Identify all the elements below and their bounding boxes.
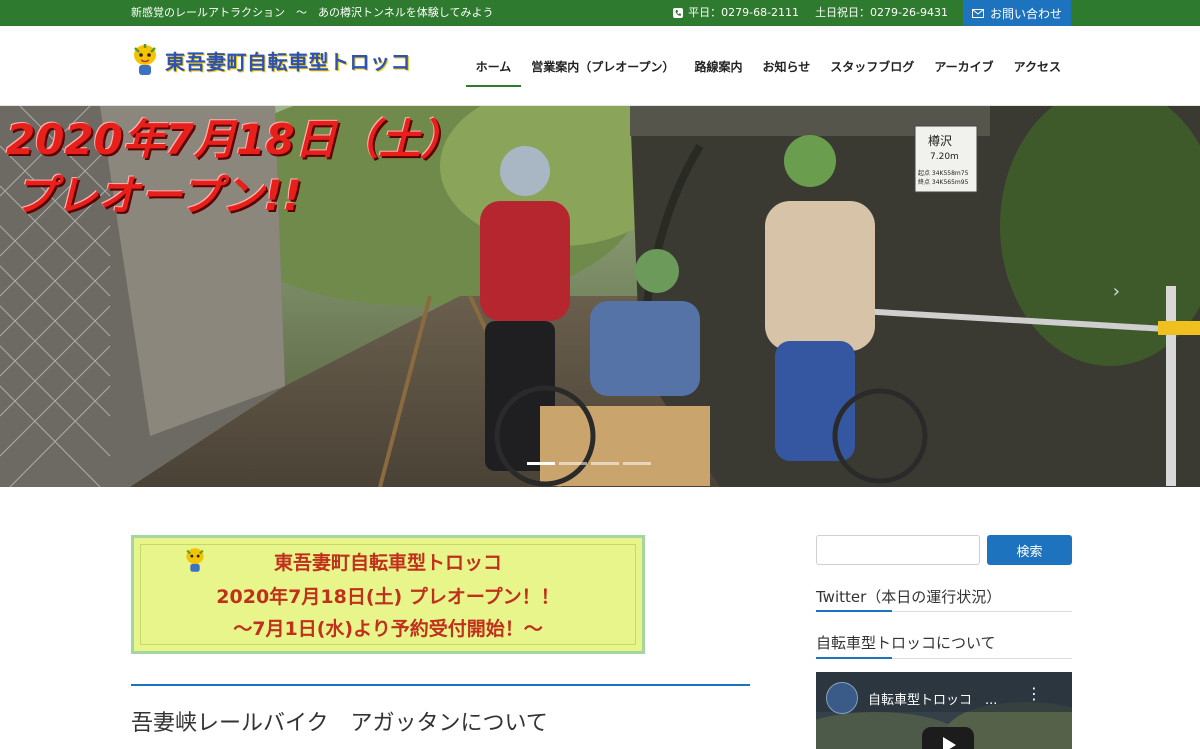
contact-button[interactable]: お問い合わせ — [963, 0, 1071, 26]
logo-text: 東吾妻町自転車型トロッコ — [165, 49, 411, 74]
nav-access-label: アクセス — [1013, 59, 1061, 74]
hero-title-line2: プレオープン!! — [14, 171, 302, 220]
nav-home-label: ホーム — [475, 59, 512, 74]
nav-staff-blog[interactable]: スタッフブログ — [820, 26, 924, 106]
youtube-embed[interactable]: 自転車型トロッコ ... ⋮ — [816, 672, 1072, 749]
nav-access[interactable]: アクセス — [1004, 26, 1071, 106]
widget-title-twitter: Twitter（本日の運行状況） — [816, 588, 1002, 606]
banner-line3: ～7月1日(水)より予約受付開始！～ — [233, 618, 543, 640]
article-title: 吾妻峡レールバイク アガッタンについて — [131, 711, 548, 736]
slider-dot[interactable] — [623, 462, 651, 465]
search-input[interactable] — [816, 535, 980, 565]
nav-home[interactable]: ホーム — [465, 26, 522, 106]
mascot-icon — [134, 44, 156, 75]
slider-dot[interactable] — [527, 462, 555, 465]
site-header: 東吾妻町自転車型トロッコ ホーム 営業案内（プレオープン） 路線案内 お知らせ … — [0, 26, 1200, 106]
nav-news[interactable]: お知らせ — [753, 26, 821, 106]
tunnel-sign-detail: 起点 34K558m75 — [918, 170, 969, 177]
widget-title-about: 自転車型トロッコについて — [816, 634, 996, 652]
nav-route-info[interactable]: 路線案内 — [685, 26, 753, 106]
nav-business-info[interactable]: 営業案内（プレオープン） — [521, 26, 684, 106]
banner-line1: 東吾妻町自転車型トロッコ — [273, 552, 502, 574]
slider-dots — [527, 462, 651, 465]
widget-accent — [816, 657, 892, 659]
nav-staff-blog-label: スタッフブログ — [830, 59, 915, 74]
search-button[interactable]: 検索 — [987, 535, 1072, 565]
play-button-icon[interactable] — [922, 727, 974, 749]
contact-label: お問い合わせ — [989, 6, 1062, 21]
tunnel-sign-detail: 終点 34K565m95 — [918, 179, 969, 186]
site-tagline: 新感覚のレールアトラクション ～ あの樽沢トンネルを体験してみよう — [131, 6, 494, 19]
nav-business-info-label: 営業案内（プレオープン） — [531, 59, 675, 74]
channel-avatar[interactable] — [826, 682, 858, 714]
section-divider — [131, 684, 750, 686]
slider-dot[interactable] — [591, 462, 619, 465]
hero-slider[interactable]: 樽沢 7.20m 起点 34K558m75 終点 34K565m95 2020年… — [0, 106, 1200, 487]
banner-line2: 2020年7月18日(土) プレオープン！！ — [216, 586, 560, 608]
tunnel-sign-length: 7.20m — [930, 152, 959, 162]
phone-holiday: 土日祝日：0279-26-9431 — [815, 6, 948, 19]
site-logo[interactable]: 東吾妻町自転車型トロッコ — [131, 42, 411, 78]
main-nav: ホーム 営業案内（プレオープン） 路線案内 お知らせ スタッフブログ アーカイブ… — [465, 26, 1071, 106]
phone-weekday: 平日：0279-68-2111 — [688, 6, 800, 19]
slider-dot[interactable] — [559, 462, 587, 465]
nav-route-info-label: 路線案内 — [694, 59, 743, 74]
nav-news-label: お知らせ — [762, 59, 811, 74]
more-menu-icon[interactable]: ⋮ — [1026, 686, 1042, 702]
phone-icon — [673, 8, 684, 18]
top-bar: 新感覚のレールアトラクション ～ あの樽沢トンネルを体験してみよう 平日：027… — [0, 0, 1200, 26]
hero-title-line1: 2020年7月18日（土） — [6, 115, 463, 164]
mail-icon — [971, 8, 984, 18]
tunnel-sign-name: 樽沢 — [928, 134, 953, 148]
slider-next-icon[interactable]: › — [1113, 281, 1120, 302]
phone-info: 平日：0279-68-2111 土日祝日：0279-26-9431 — [673, 0, 948, 26]
pre-open-banner[interactable]: 東吾妻町自転車型トロッコ 2020年7月18日(土) プレオープン！！ ～7月1… — [131, 535, 645, 654]
hero-title: 2020年7月18日（土） プレオープン!! — [6, 112, 463, 224]
nav-archive[interactable]: アーカイブ — [924, 26, 1003, 106]
nav-archive-label: アーカイブ — [934, 59, 994, 74]
widget-accent — [816, 610, 892, 612]
video-title[interactable]: 自転車型トロッコ ... — [868, 689, 997, 708]
